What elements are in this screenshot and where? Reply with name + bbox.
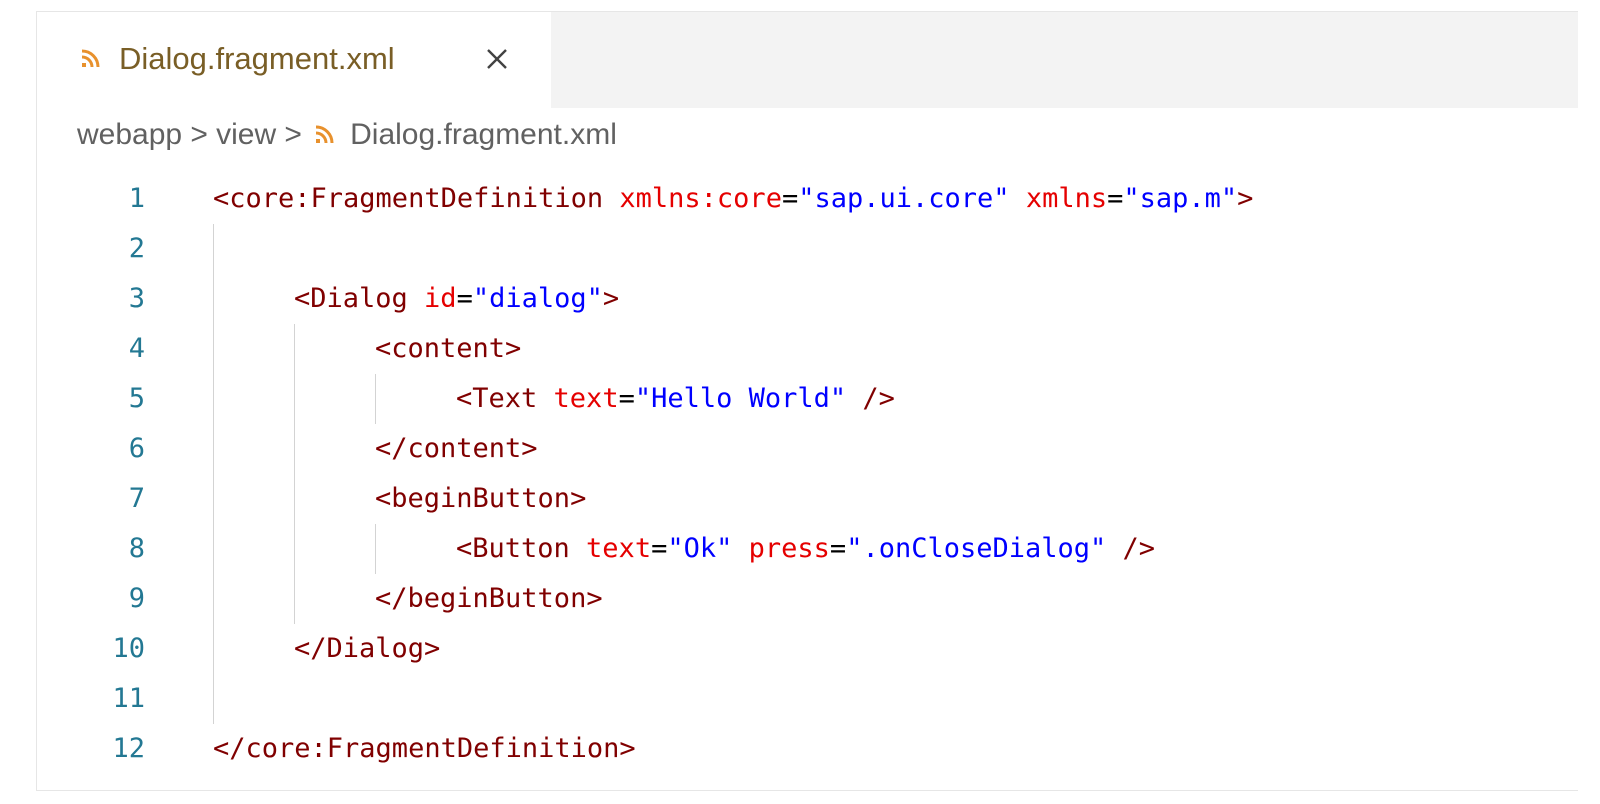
breadcrumb: webapp > view > Dialog.fragment.xml (77, 112, 617, 158)
indent-guide (294, 324, 295, 624)
code-token-str: "sap.m" (1123, 183, 1238, 214)
code-text: <Dialog id="dialog"> (294, 274, 619, 324)
line-number: 10 (112, 633, 145, 664)
code-line[interactable]: 9 </beginButton> (37, 574, 1578, 624)
code-token-eq: = (829, 533, 847, 564)
code-line[interactable]: 1 <core:FragmentDefinition xmlns:core="sa… (37, 174, 1578, 224)
code-token-eq: = (1107, 183, 1124, 214)
code-token-str: "sap.ui.core" (798, 183, 1010, 214)
line-number: 9 (128, 583, 145, 614)
rss-icon (81, 49, 100, 68)
code-line[interactable]: 12 </core:FragmentDefinition> (37, 724, 1578, 774)
code-token-str: ".onCloseDialog" (846, 533, 1107, 564)
indent-guide (375, 524, 376, 574)
code-token-tag: > (602, 283, 620, 314)
line-number: 7 (128, 483, 145, 514)
code-line[interactable]: 11 (37, 674, 1578, 724)
line-number: 1 (128, 183, 145, 214)
code-token-tag: /> (846, 383, 895, 414)
code-token-eq: = (456, 283, 473, 314)
code-token-attr: text (553, 383, 619, 414)
code-text: </Dialog> (294, 624, 440, 674)
breadcrumb-item-view[interactable]: view (216, 118, 276, 152)
code-token-attr: xmlns (1025, 183, 1108, 214)
code-token-tag: </beginButton> (375, 583, 603, 614)
code-text: </core:FragmentDefinition> (213, 724, 636, 774)
line-number: 11 (112, 683, 145, 714)
code-token-attr: press (748, 533, 830, 564)
indent-guide (213, 224, 214, 724)
indent-guide (375, 374, 376, 424)
code-text: <Text text="Hello World" /> (456, 374, 895, 424)
code-token-eq: = (651, 533, 668, 564)
tab-strip: Dialog.fragment.xml (37, 12, 1578, 108)
rss-icon (315, 125, 334, 144)
code-token-tag: /> (1106, 533, 1156, 564)
line-number: 12 (112, 733, 145, 764)
breadcrumb-item-file[interactable]: Dialog.fragment.xml (350, 118, 617, 152)
code-text: </content> (375, 424, 538, 474)
breadcrumb-separator: > (284, 118, 302, 151)
breadcrumb-separator: > (190, 118, 208, 151)
code-line[interactable]: 4 <content> (37, 324, 1578, 374)
code-line[interactable]: 5 <Text text="Hello World" /> (37, 374, 1578, 424)
code-text: <beginButton> (375, 474, 586, 524)
code-text: <core:FragmentDefinition xmlns:core="sap… (213, 174, 1253, 224)
code-line[interactable]: 6 </content> (37, 424, 1578, 474)
code-token-str: "Ok" (667, 533, 733, 564)
line-number: 8 (128, 533, 145, 564)
code-editor[interactable]: Dialog.fragment.xml webapp > view > Dial… (36, 11, 1578, 791)
code-line[interactable]: 8 <Button text="Ok" press=".onCloseDialog… (37, 524, 1578, 574)
code-token-attr: text (586, 533, 652, 564)
code-token-eq (732, 533, 748, 564)
code-token-tag: <content> (375, 333, 522, 364)
code-text: <Button text="Ok" press=".onCloseDialog"… (456, 524, 1155, 574)
code-token-attr: id (424, 283, 457, 314)
code-token-tag: </core:FragmentDefinition> (213, 733, 636, 764)
code-text: <content> (375, 324, 521, 374)
code-token-tag: <beginButton> (375, 483, 587, 514)
code-token-eq: = (618, 383, 635, 414)
line-number: 4 (128, 333, 145, 364)
code-token-tag: <Dialog (294, 283, 425, 314)
code-token-tag: <Button (456, 533, 587, 564)
tab-dialog-fragment[interactable]: Dialog.fragment.xml (37, 12, 551, 108)
code-token-tag: > (1237, 183, 1254, 214)
code-token-tag: </content> (375, 433, 538, 464)
line-number: 5 (128, 383, 145, 414)
line-number: 6 (128, 433, 145, 464)
code-area[interactable]: 1 <core:FragmentDefinition xmlns:core="sa… (37, 174, 1578, 790)
tab-title: Dialog.fragment.xml (119, 41, 395, 76)
line-number: 3 (128, 283, 145, 314)
code-token-tag: <Text (456, 383, 554, 414)
code-token-tag: <core:FragmentDefinition (213, 183, 620, 214)
code-token-tag: </Dialog> (294, 633, 441, 664)
line-number: 2 (128, 233, 145, 264)
code-token-str: "dialog" (472, 283, 603, 314)
code-token-eq: = (781, 183, 799, 214)
code-text: </beginButton> (375, 574, 603, 624)
code-line[interactable]: 7 <beginButton> (37, 474, 1578, 524)
code-token-str: "Hello World" (634, 383, 847, 414)
code-line[interactable]: 2 (37, 224, 1578, 274)
code-token-attr: xmlns:core (619, 183, 782, 214)
close-icon[interactable] (480, 42, 514, 76)
breadcrumb-item-webapp[interactable]: webapp (77, 118, 182, 152)
code-line[interactable]: 3 <Dialog id="dialog"> (37, 274, 1578, 324)
code-token-eq (1010, 183, 1026, 214)
code-line[interactable]: 10 </Dialog> (37, 624, 1578, 674)
